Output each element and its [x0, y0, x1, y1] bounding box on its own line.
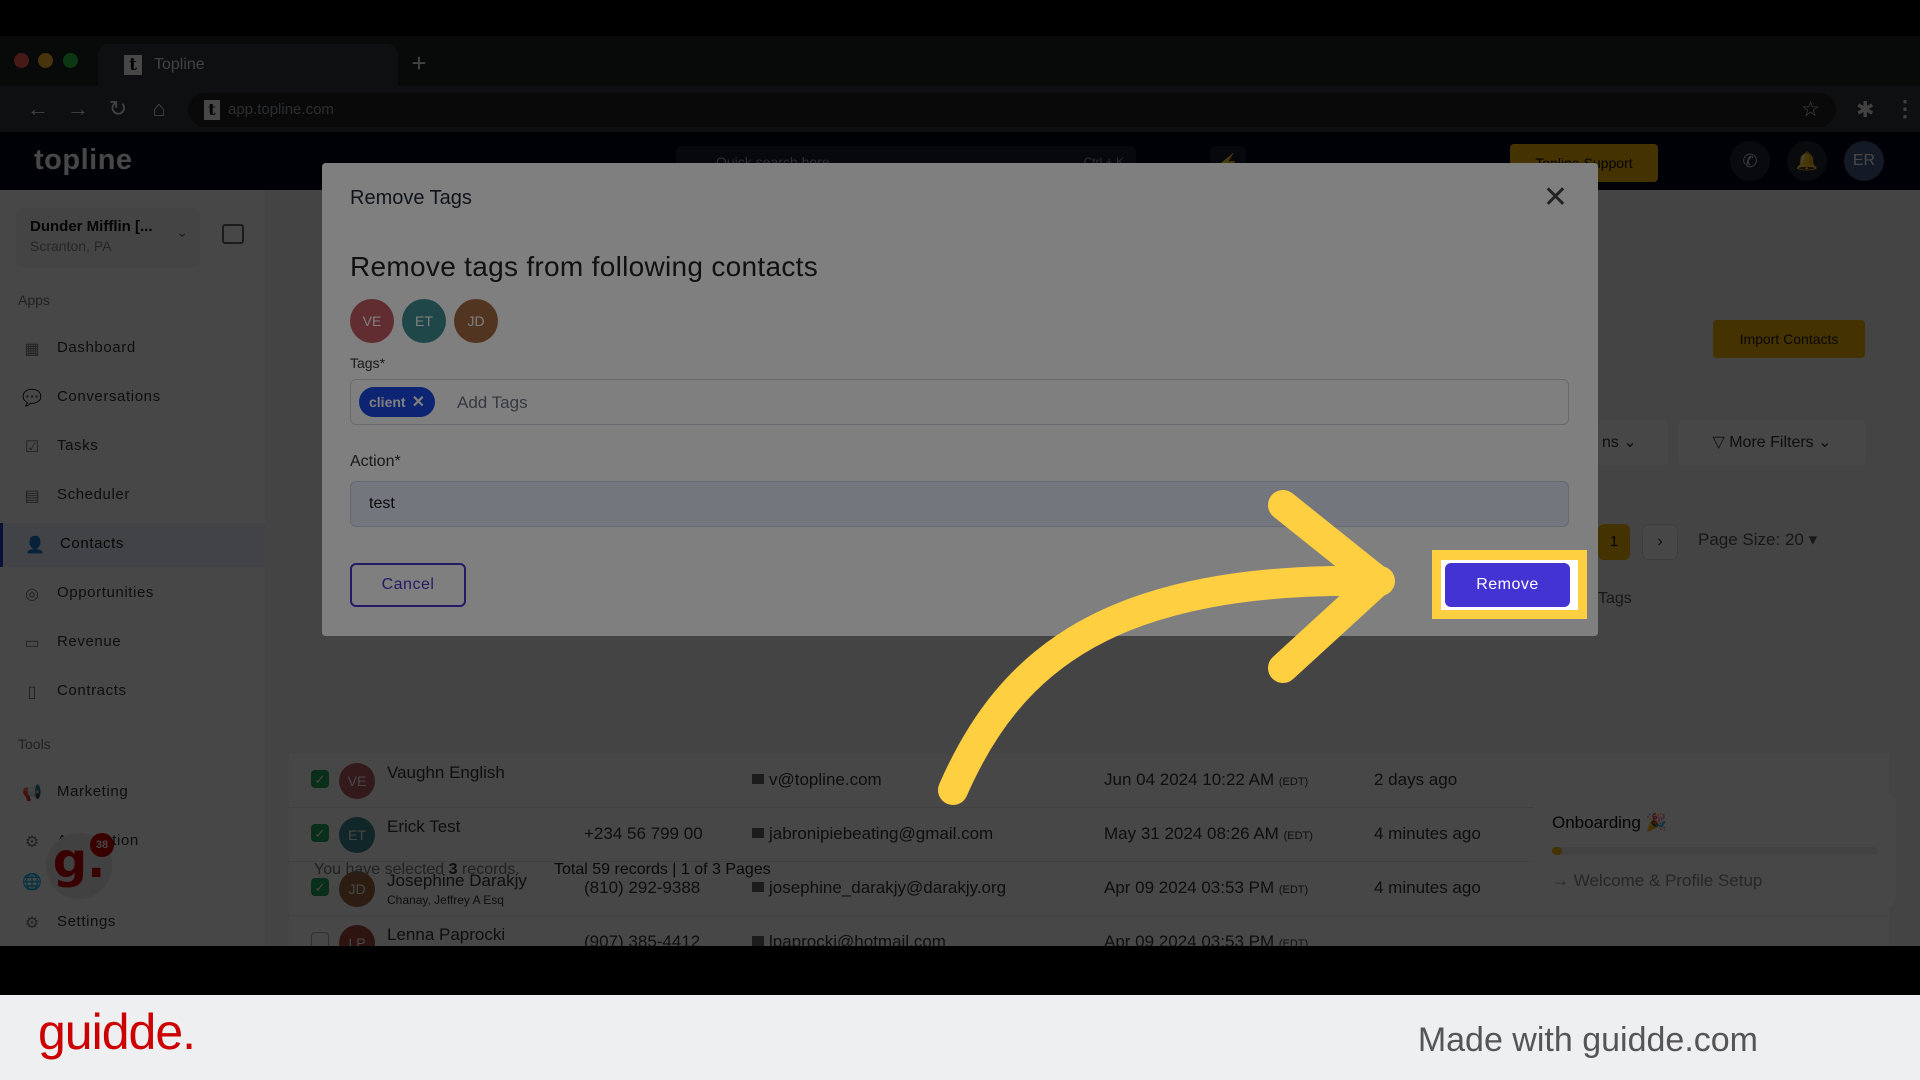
screen-bottom-bar: [0, 946, 1920, 995]
guidde-logo: guidde.: [38, 1004, 196, 1060]
remove-button[interactable]: Remove: [1445, 563, 1570, 607]
guidde-footer: guidde. Made with guidde.com: [0, 995, 1920, 1080]
made-with-text: Made with guidde.com: [1417, 1021, 1758, 1059]
modal-dim-layer: [322, 163, 1598, 636]
